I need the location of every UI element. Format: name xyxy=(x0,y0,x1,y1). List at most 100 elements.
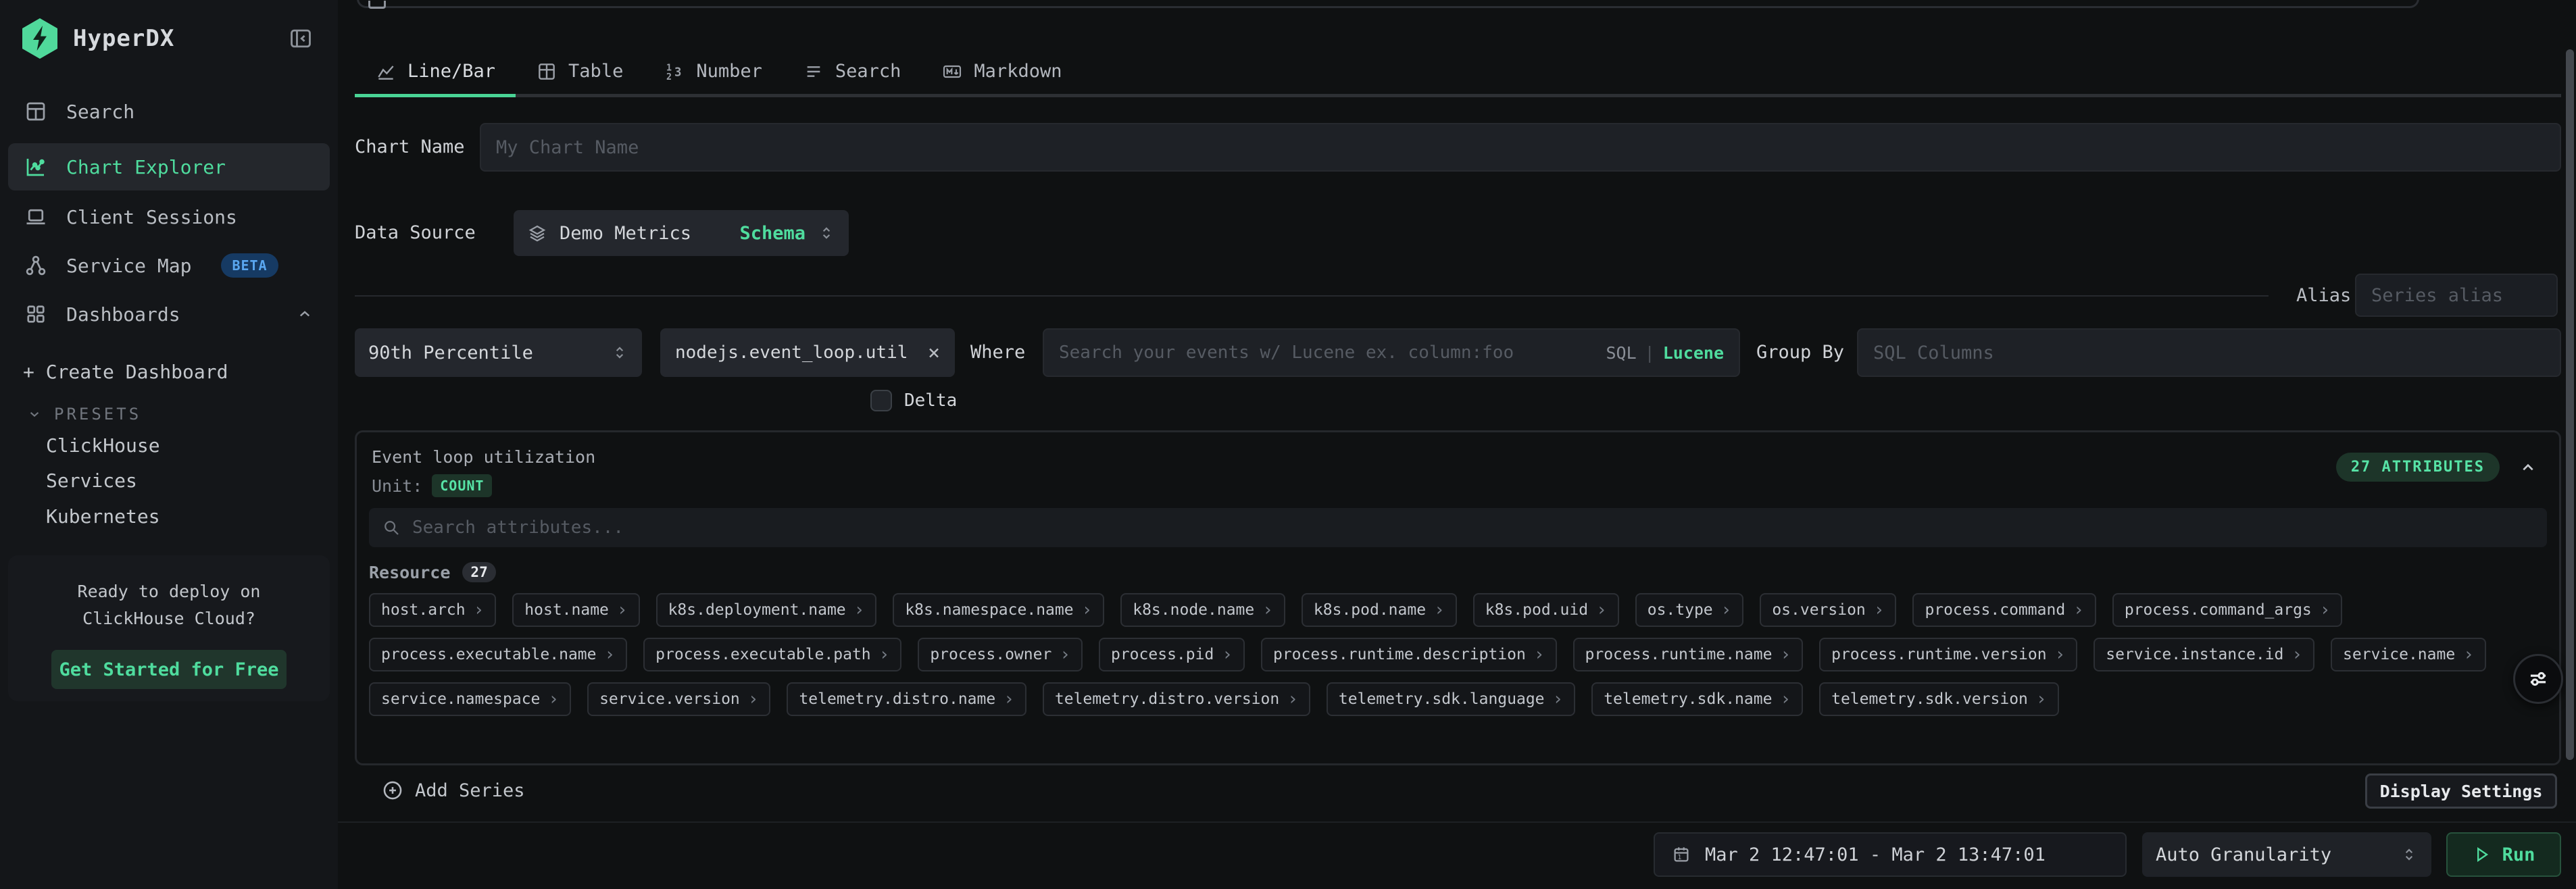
presets-section-toggle[interactable]: PRESETS xyxy=(26,402,141,426)
query-language-toggle[interactable]: SQL | Lucene xyxy=(1606,343,1724,363)
attribute-chip[interactable]: process.command_args › xyxy=(2112,593,2343,627)
attribute-chip-label: os.version xyxy=(1772,601,1865,619)
number-123-icon: 1 2 3 xyxy=(664,61,685,82)
attribute-chip[interactable]: service.name › xyxy=(2331,638,2486,671)
chevron-down-icon xyxy=(26,405,43,423)
schema-link[interactable]: Schema xyxy=(739,223,806,244)
attribute-chip-label: telemetry.sdk.name xyxy=(1604,690,1772,708)
attribute-group-label: Resource xyxy=(369,563,450,582)
attribute-chip[interactable]: service.instance.id › xyxy=(2094,638,2314,671)
unit-row: Unit: COUNT xyxy=(372,474,492,497)
alias-label: Alias xyxy=(2296,274,2351,318)
attribute-chip[interactable]: k8s.pod.name › xyxy=(1302,593,1457,627)
attribute-chip[interactable]: process.runtime.description › xyxy=(1261,638,1557,671)
attribute-search-input[interactable] xyxy=(412,517,2535,538)
chevron-right-icon: › xyxy=(1553,689,1564,709)
preset-item[interactable]: Services xyxy=(46,467,137,493)
preset-item[interactable]: Kubernetes xyxy=(46,503,160,529)
attribute-chip[interactable]: service.namespace › xyxy=(369,682,571,716)
chart-name-input[interactable] xyxy=(480,123,2561,172)
attribute-chip[interactable]: telemetry.distro.version › xyxy=(1043,682,1310,716)
attribute-chip[interactable]: host.name › xyxy=(512,593,639,627)
tab-markdown[interactable]: Markdown xyxy=(921,49,1082,94)
tab-search[interactable]: Search xyxy=(783,49,922,94)
group-by-input[interactable] xyxy=(1857,328,2561,377)
tab-table[interactable]: Table xyxy=(516,49,643,94)
sidebar-item-dashboards[interactable]: Dashboards xyxy=(8,290,330,338)
select-caret-icon xyxy=(2400,846,2418,863)
attribute-chip[interactable]: process.runtime.name › xyxy=(1573,638,1804,671)
attribute-chip[interactable]: process.owner › xyxy=(918,638,1083,671)
lucene-option[interactable]: Lucene xyxy=(1663,343,1724,363)
aggregation-select[interactable]: 90th Percentile xyxy=(355,328,642,377)
display-settings-button[interactable]: Display Settings xyxy=(2365,773,2557,809)
sidebar: HyperDX Search xyxy=(0,0,338,889)
attribute-chip[interactable]: os.type › xyxy=(1635,593,1744,627)
attribute-chip[interactable]: k8s.pod.uid › xyxy=(1473,593,1619,627)
chevron-right-icon: › xyxy=(1780,644,1791,665)
attribute-chip[interactable]: telemetry.sdk.version › xyxy=(1819,682,2058,716)
chevron-up-icon xyxy=(2517,457,2539,478)
attribute-chip-label: telemetry.distro.name xyxy=(799,690,995,708)
run-button[interactable]: Run xyxy=(2446,832,2561,877)
attribute-chip[interactable]: process.executable.name › xyxy=(369,638,627,671)
chart-type-tabs: Line/Bar Table 1 2 3 Number xyxy=(355,49,2561,97)
attribute-chip[interactable]: host.arch › xyxy=(369,593,496,627)
chevron-right-icon: › xyxy=(2463,644,2474,665)
alias-input[interactable] xyxy=(2355,274,2558,317)
attribute-chip[interactable]: service.version › xyxy=(587,682,770,716)
sidebar-item-client-sessions[interactable]: Client Sessions xyxy=(8,193,330,240)
hyperdx-logo[interactable]: HyperDX xyxy=(20,18,174,59)
delta-checkbox[interactable] xyxy=(870,390,892,411)
vertical-scrollbar[interactable] xyxy=(2566,49,2574,760)
where-input[interactable] xyxy=(1059,342,1606,363)
sidebar-item-label: Dashboards xyxy=(66,303,180,326)
attribute-chip[interactable]: process.executable.path › xyxy=(643,638,901,671)
attribute-group-header: Resource 27 xyxy=(369,562,496,582)
attribute-chip-label: service.namespace xyxy=(381,690,540,708)
data-source-select[interactable]: Demo Metrics Schema xyxy=(514,210,849,256)
sidebar-item-service-map[interactable]: Service Map BETA xyxy=(8,242,330,289)
attribute-chip-label: host.name xyxy=(524,601,609,619)
sidebar-item-chart-explorer[interactable]: Chart Explorer xyxy=(8,143,330,190)
layers-icon xyxy=(527,223,547,243)
sidebar-collapse-button[interactable] xyxy=(288,26,314,51)
attribute-chip[interactable]: os.version › xyxy=(1760,593,1896,627)
metric-details-panel: Event loop utilization Unit: COUNT 27 AT… xyxy=(355,430,2561,765)
attribute-chip[interactable]: process.runtime.version › xyxy=(1819,638,2077,671)
granularity-select[interactable]: Auto Granularity xyxy=(2142,832,2431,877)
chevron-right-icon: › xyxy=(1082,600,1093,620)
attribute-chip-label: service.name xyxy=(2343,646,2455,663)
attribute-chip-label: k8s.pod.uid xyxy=(1485,601,1588,619)
play-icon xyxy=(2473,845,2492,864)
time-range-picker[interactable]: 1 Mar 2 12:47:01 - Mar 2 13:47:01 xyxy=(1654,832,2127,877)
cloud-promo-text: Ready to deploy on ClickHouse Cloud? xyxy=(24,578,314,632)
chevron-right-icon: › xyxy=(1060,644,1070,665)
metric-field-chip[interactable]: nodejs.event_loop.util × xyxy=(660,328,955,377)
attribute-search-box xyxy=(369,508,2547,547)
panel-collapse-button[interactable] xyxy=(2517,457,2539,478)
tab-line-bar[interactable]: Line/Bar xyxy=(355,49,516,94)
add-series-button[interactable]: Add Series xyxy=(381,774,525,807)
attribute-chip[interactable]: process.pid › xyxy=(1099,638,1245,671)
attribute-chip[interactable]: k8s.node.name › xyxy=(1120,593,1285,627)
attribute-chip[interactable]: telemetry.distro.name › xyxy=(787,682,1026,716)
floating-filter-button[interactable] xyxy=(2513,654,2563,704)
preset-item[interactable]: ClickHouse xyxy=(46,432,160,458)
create-dashboard-button[interactable]: + Create Dashboard xyxy=(23,357,228,386)
remove-metric-icon[interactable]: × xyxy=(928,341,940,365)
sql-option[interactable]: SQL xyxy=(1606,343,1636,363)
tab-number[interactable]: 1 2 3 Number xyxy=(643,49,783,94)
data-source-label: Data Source xyxy=(355,210,476,256)
attribute-chip[interactable]: telemetry.sdk.language › xyxy=(1327,682,1575,716)
attribute-chip-label: service.instance.id xyxy=(2106,646,2283,663)
attribute-chip[interactable]: k8s.namespace.name › xyxy=(893,593,1104,627)
service-map-icon xyxy=(23,253,49,278)
get-started-button[interactable]: Get Started for Free xyxy=(51,650,287,689)
attribute-chip-label: telemetry.distro.version xyxy=(1055,690,1279,708)
attribute-chip[interactable]: telemetry.sdk.name › xyxy=(1591,682,1803,716)
attribute-chip[interactable]: k8s.deployment.name › xyxy=(656,593,877,627)
attribute-chip-label: process.command xyxy=(1925,601,2065,619)
attribute-chip[interactable]: process.command › xyxy=(1912,593,2096,627)
sidebar-item-search[interactable]: Search xyxy=(8,88,330,135)
